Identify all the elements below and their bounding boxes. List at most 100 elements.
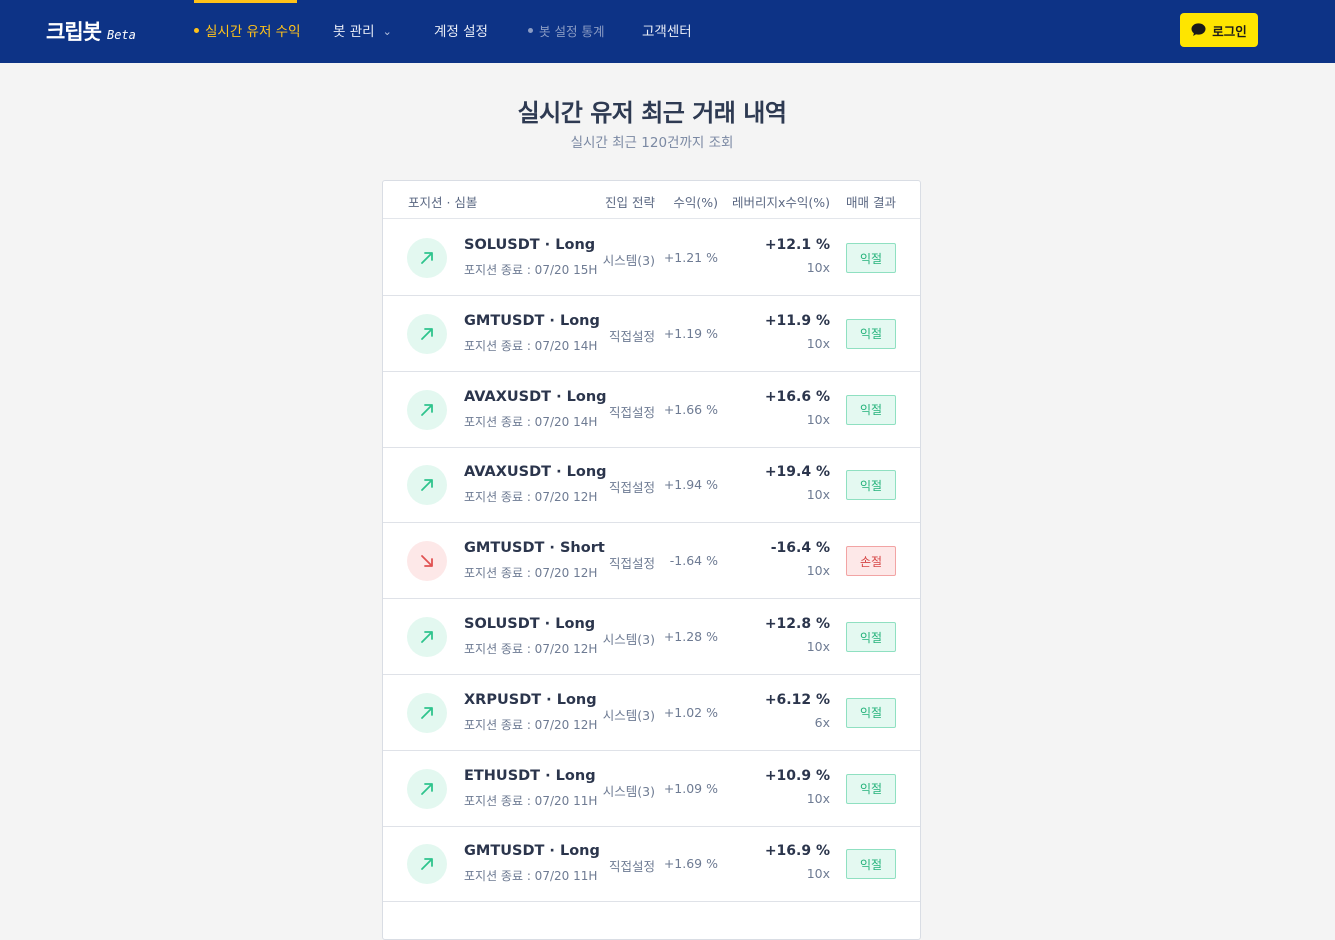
entry-strategy: 직접설정 [608,328,655,344]
profit-percent: +1.19 % [663,325,718,341]
arrow-up-right-icon [407,465,447,506]
table-row: AVAXUSDT · Long 포지션 종료 : 07/20 12H 직접설정 +1.… [383,447,920,524]
kakao-login-button[interactable]: 로그인 [1180,13,1258,47]
top-navbar: 크립봇 Beta 실시간 유저 수익 봇 관리 ⌄ 계정 설정 봇 설정 통계 고객… [0,0,1335,63]
position-closed-time: 포지션 종료 : 07/20 11H [464,793,598,808]
position-symbol: SOLUSDT · Long [464,616,596,632]
nav-account-settings-label: 계정 설정 [434,24,488,40]
trade-result-badge: 손절 [846,546,896,577]
kakao-chat-icon [1191,23,1206,36]
position-symbol: AVAXUSDT · Long [464,464,607,481]
arrow-up-right-icon [407,313,447,354]
entry-strategy: 시스템(3) [602,632,655,647]
profit-percent: +1.09 % [663,780,718,796]
column-header-result: 매매 결과 [846,195,896,210]
brand-name: 크립봇 [46,20,102,44]
entry-strategy: 직접설정 [608,859,655,875]
position-closed-time: 포지션 종료 : 07/20 14H [464,338,598,353]
trade-result-badge: 익절 [846,773,896,804]
table-row: GMTUSDT · Long 포지션 종료 : 07/20 11H 직접설정 +1.6… [383,826,920,903]
brand-logo[interactable]: 크립봇 Beta [46,16,136,46]
table-row: SOLUSDT · Long 포지션 종료 : 07/20 12H 시스템(3) +1… [383,599,920,675]
active-nav-indicator [194,0,297,3]
arrow-up-right-icon [407,844,447,885]
leverage-multiplier: 10x [806,260,830,275]
profit-percent: +1.21 % [663,250,718,265]
leverage-multiplier: 10x [806,487,830,503]
leverage-multiplier: 10x [806,563,830,579]
position-symbol: ETHUSDT · Long [464,767,596,784]
leverage-multiplier: 10x [806,335,830,351]
page-subtitle: 실시간 최근 120건까지 조회 [570,135,734,151]
leverage-multiplier: 10x [806,639,830,654]
leverage-multiplier: 10x [806,790,830,806]
arrow-up-right-icon [407,768,447,809]
table-row: XRPUSDT · Long 포지션 종료 : 07/20 12H 시스템(3) +1… [383,675,920,751]
nav-bot-stats-label: 봇 설정 통계 [539,24,605,39]
trade-result-badge: 익절 [846,470,896,501]
entry-strategy: 직접설정 [608,404,655,420]
nav-customer-center[interactable]: 고객센터 [642,20,692,40]
trade-result-badge: 익절 [846,697,896,728]
position-closed-time: 포지션 종료 : 07/20 14H [464,414,598,429]
trade-result-badge: 익절 [846,849,896,880]
table-row: GMTUSDT · Short 포지션 종료 : 07/20 12H 직접설정 -1.… [383,523,920,600]
column-header-profit: 수익(%) [673,195,718,210]
table-row: AVAXUSDT · Long 포지션 종료 : 07/20 14H 직접설정 +1.… [383,372,920,448]
position-closed-time: 포지션 종료 : 07/20 12H [464,642,598,656]
leveraged-profit-percent: +12.1 % [764,237,830,253]
profit-percent: +1.69 % [663,856,718,872]
brand-beta-tag: Beta [106,28,136,42]
nav-live-profit-label: 실시간 유저 수익 [205,24,301,40]
leveraged-profit-percent: +19.4 % [764,464,830,481]
active-dot-icon [194,27,199,33]
column-header-position: 포지션 · 심볼 [408,195,478,210]
position-closed-time: 포지션 종료 : 07/20 12H [464,566,598,581]
position-symbol: SOLUSDT · Long [464,237,596,253]
position-symbol: GMTUSDT · Short [464,540,605,557]
position-symbol: AVAXUSDT · Long [464,388,607,405]
trade-result-badge: 익절 [846,318,896,349]
column-header-strategy: 진입 전략 [605,195,655,210]
disabled-dot-icon [528,28,533,33]
entry-strategy: 직접설정 [608,480,655,496]
entry-strategy: 직접설정 [608,556,655,572]
arrow-down-right-icon [407,541,447,582]
position-closed-time: 포지션 종료 : 07/20 15H [464,263,598,277]
nav-live-profit[interactable]: 실시간 유저 수익 [194,20,301,40]
table-row: SOLUSDT · Long 포지션 종료 : 07/20 15H 시스템(3) +1… [383,220,920,296]
leveraged-profit-percent: +11.9 % [764,312,830,329]
position-closed-time: 포지션 종료 : 07/20 11H [464,869,598,884]
chevron-down-icon: ⌄ [382,25,392,38]
leveraged-profit-percent: +12.8 % [764,616,830,632]
nav-bot-stats[interactable]: 봇 설정 통계 [528,21,604,40]
entry-strategy: 시스템(3) [602,707,655,723]
profit-percent: +1.66 % [663,401,718,417]
position-closed-time: 포지션 종료 : 07/20 12H [464,717,598,732]
profit-percent: +1.02 % [663,704,718,720]
profit-percent: -1.64 % [669,553,718,569]
trade-history-table: 포지션 · 심볼 진입 전략 수익(%) 레버리지x수익(%) 매매 결과 SO… [382,180,921,940]
arrow-up-right-icon [407,238,447,278]
nav-bot-management-label: 봇 관리 [333,24,375,40]
trade-result-badge: 익절 [846,622,896,652]
leveraged-profit-percent: +16.6 % [764,388,830,405]
arrow-up-right-icon [407,692,447,733]
entry-strategy: 시스템(3) [602,783,655,799]
table-header: 포지션 · 심볼 진입 전략 수익(%) 레버리지x수익(%) 매매 결과 [383,181,920,219]
arrow-up-right-icon [407,617,447,657]
nav-customer-center-label: 고객센터 [642,24,692,40]
arrow-up-right-icon [407,389,447,430]
login-label: 로그인 [1212,23,1247,39]
position-symbol: GMTUSDT · Long [464,843,600,860]
leverage-multiplier: 6x [814,714,830,730]
entry-strategy: 시스템(3) [602,253,655,268]
column-header-leverage-profit: 레버리지x수익(%) [731,195,830,210]
nav-account-settings[interactable]: 계정 설정 [434,20,488,40]
position-symbol: XRPUSDT · Long [464,691,597,708]
nav-bot-management[interactable]: 봇 관리 ⌄ [333,20,392,40]
leverage-multiplier: 10x [806,866,830,882]
leveraged-profit-percent: -16.4 % [770,540,830,557]
leveraged-profit-percent: +6.12 % [764,691,830,708]
leveraged-profit-percent: +16.9 % [764,843,830,860]
